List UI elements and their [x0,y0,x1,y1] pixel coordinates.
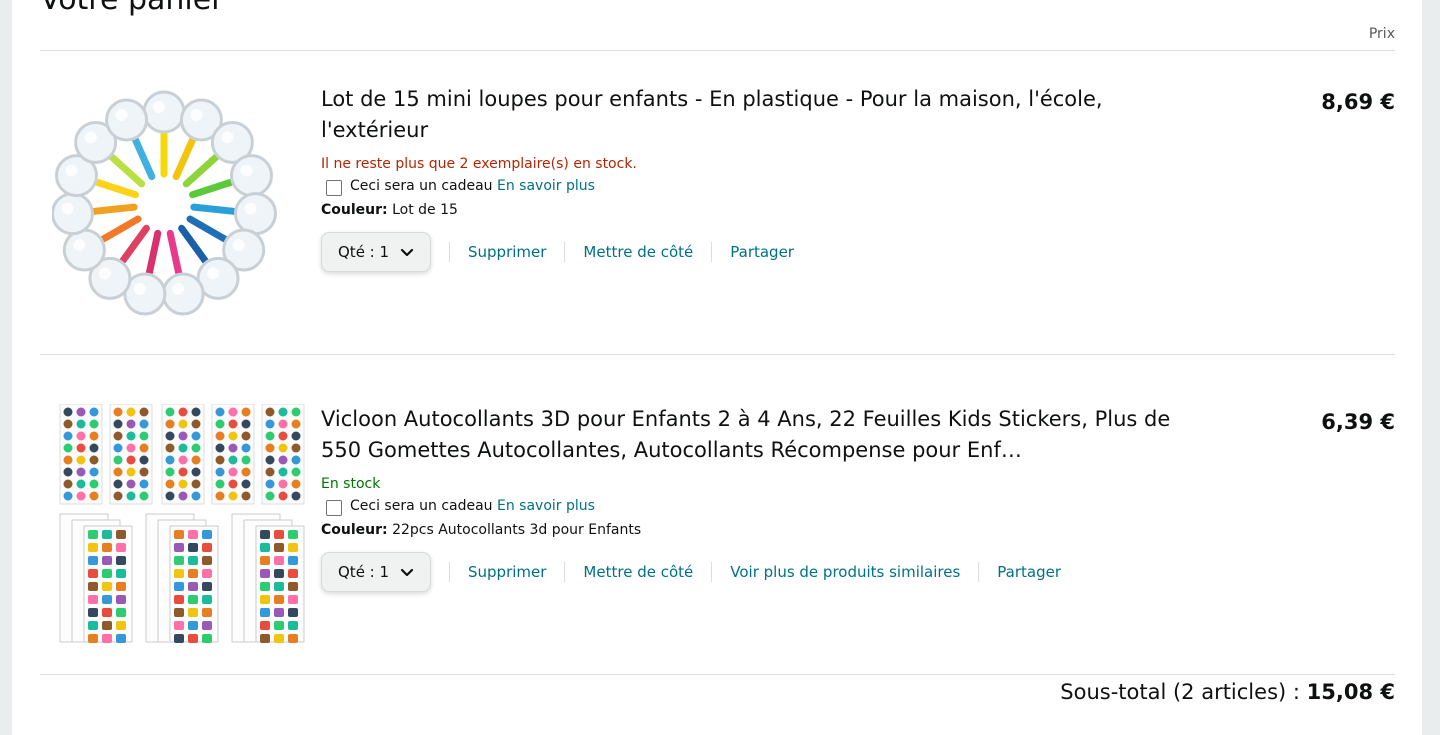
learn-more-link[interactable]: En savoir plus [497,498,595,514]
item-price: 6,39 € [1321,410,1395,434]
quantity-label: Qté : [338,243,375,261]
save-for-later-link[interactable]: Mettre de côté [564,242,711,262]
color-attr-label: Couleur: [321,522,388,538]
product-title-link[interactable]: Lot de 15 mini loupes pour enfants - En … [321,84,1181,146]
divider [40,50,1395,51]
divider [40,674,1395,675]
quantity-value: 1 [379,563,390,581]
delete-link[interactable]: Supprimer [449,562,564,582]
sticker-sheets-product-image[interactable] [52,404,307,654]
color-attr-value: Lot de 15 [392,202,458,218]
item-price: 8,69 € [1321,90,1395,114]
subtotal-label: Sous-total (2 articles) : [1060,680,1300,704]
quantity-value: 1 [379,243,390,261]
gift-checkbox[interactable] [326,180,342,196]
learn-more-link[interactable]: En savoir plus [497,178,595,194]
cart-item-2: Vicloon Autocollants 3D pour Enfants 2 à… [40,404,1395,664]
gift-label: Ceci sera un cadeau [350,498,493,514]
share-link[interactable]: Partager [711,242,812,262]
chevron-down-icon [400,568,414,577]
share-link[interactable]: Partager [978,562,1079,582]
page-title: Votre panier [40,0,224,22]
save-for-later-link[interactable]: Mettre de côté [564,562,711,582]
color-attr-label: Couleur: [321,202,388,218]
gift-checkbox[interactable] [326,500,342,516]
price-column-header: Prix [1368,26,1395,42]
color-attr-value: 22pcs Autocollants 3d pour Enfants [392,522,642,538]
quantity-dropdown[interactable]: Qté : 1 [321,232,431,272]
subtotal: Sous-total (2 articles) : 15,08 € [1060,680,1395,704]
product-title-link[interactable]: Vicloon Autocollants 3D pour Enfants 2 à… [321,404,1181,466]
gift-label: Ceci sera un cadeau [350,178,493,194]
chevron-down-icon [400,248,414,257]
cart-item-1: Lot de 15 mini loupes pour enfants - En … [40,84,1395,344]
delete-link[interactable]: Supprimer [449,242,564,262]
quantity-dropdown[interactable]: Qté : 1 [321,552,431,592]
stock-status: En stock [321,476,381,492]
divider [40,354,1395,355]
subtotal-value: 15,08 € [1306,680,1395,704]
magnifying-glasses-product-image[interactable] [52,84,307,339]
cart-panel: Votre panier Prix Lot de 15 mini loupes … [12,0,1422,735]
see-similar-products-link[interactable]: Voir plus de produits similaires [711,562,978,582]
stock-status: Il ne reste plus que 2 exemplaire(s) en … [321,156,637,172]
quantity-label: Qté : [338,563,375,581]
